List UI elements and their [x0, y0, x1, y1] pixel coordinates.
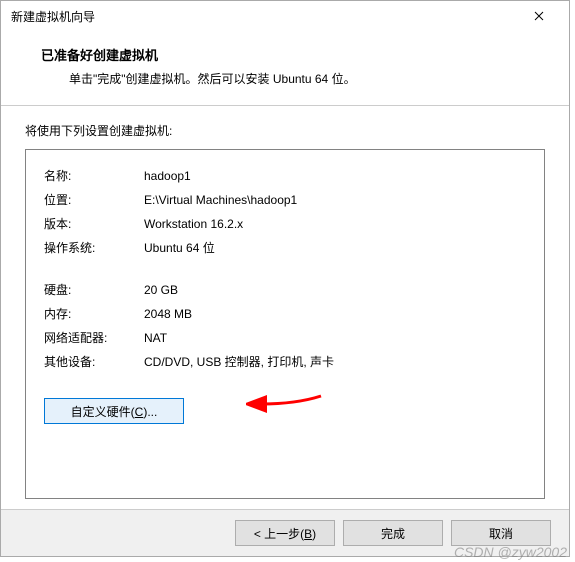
wizard-window: 新建虚拟机向导 已准备好创建虚拟机 单击"完成"创建虚拟机。然后可以安装 Ubu… — [0, 0, 570, 557]
header-section: 已准备好创建虚拟机 单击"完成"创建虚拟机。然后可以安装 Ubuntu 64 位… — [1, 31, 569, 105]
footer-buttons: < 上一步(B) 完成 取消 — [1, 509, 569, 556]
setting-row: 位置: E:\Virtual Machines\hadoop1 — [44, 190, 526, 210]
setting-value: NAT — [144, 328, 167, 348]
cancel-button[interactable]: 取消 — [451, 520, 551, 546]
setting-key: 网络适配器: — [44, 328, 144, 348]
setting-key: 名称: — [44, 166, 144, 186]
setting-key: 硬盘: — [44, 280, 144, 300]
setting-key: 内存: — [44, 304, 144, 324]
titlebar: 新建虚拟机向导 — [1, 1, 569, 31]
close-icon — [534, 11, 544, 21]
setting-row: 版本: Workstation 16.2.x — [44, 214, 526, 234]
close-button[interactable] — [519, 2, 559, 30]
window-title: 新建虚拟机向导 — [11, 8, 95, 25]
setting-row: 操作系统: Ubuntu 64 位 — [44, 238, 526, 258]
customize-hardware-button[interactable]: 自定义硬件(C)... — [44, 398, 184, 424]
setting-value: CD/DVD, USB 控制器, 打印机, 声卡 — [144, 352, 334, 372]
page-title: 已准备好创建虚拟机 — [41, 45, 529, 64]
setting-value: Ubuntu 64 位 — [144, 238, 215, 258]
annotation-arrow-icon — [246, 386, 326, 426]
back-button[interactable]: < 上一步(B) — [235, 520, 335, 546]
setting-row: 名称: hadoop1 — [44, 166, 526, 186]
setting-row: 内存: 2048 MB — [44, 304, 526, 324]
setting-row: 网络适配器: NAT — [44, 328, 526, 348]
setting-value: hadoop1 — [144, 166, 191, 186]
settings-intro-label: 将使用下列设置创建虚拟机: — [25, 122, 545, 139]
finish-button[interactable]: 完成 — [343, 520, 443, 546]
body-section: 将使用下列设置创建虚拟机: 名称: hadoop1 位置: E:\Virtual… — [1, 106, 569, 509]
setting-key: 其他设备: — [44, 352, 144, 372]
setting-value: 20 GB — [144, 280, 178, 300]
setting-value: Workstation 16.2.x — [144, 214, 243, 234]
page-subtitle: 单击"完成"创建虚拟机。然后可以安装 Ubuntu 64 位。 — [41, 70, 529, 87]
setting-row: 其他设备: CD/DVD, USB 控制器, 打印机, 声卡 — [44, 352, 526, 372]
settings-panel: 名称: hadoop1 位置: E:\Virtual Machines\hado… — [25, 149, 545, 499]
setting-key: 版本: — [44, 214, 144, 234]
setting-row: 硬盘: 20 GB — [44, 280, 526, 300]
setting-key: 位置: — [44, 190, 144, 210]
setting-value: E:\Virtual Machines\hadoop1 — [144, 190, 297, 210]
setting-key: 操作系统: — [44, 238, 144, 258]
setting-value: 2048 MB — [144, 304, 192, 324]
